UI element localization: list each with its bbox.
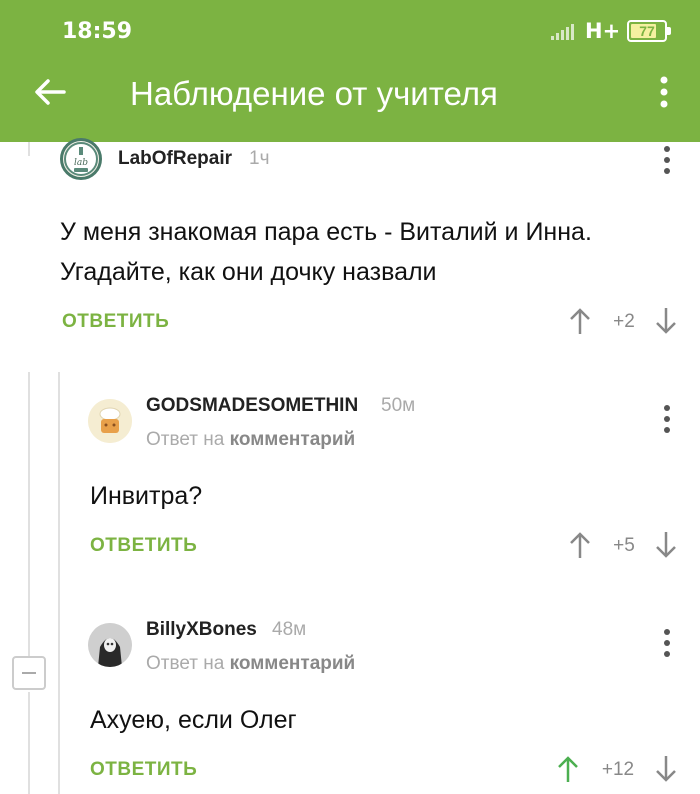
arrow-down-icon[interactable] (655, 530, 677, 560)
arrow-up-icon[interactable] (569, 530, 591, 560)
status-time: 18:59 (62, 19, 133, 44)
avatar-text: lab (74, 158, 88, 168)
arrow-down-icon[interactable] (655, 306, 677, 336)
chef-avatar-icon (88, 399, 132, 443)
arrow-left-icon[interactable] (30, 72, 70, 112)
skull-avatar-icon (88, 623, 132, 667)
app-bar: 18:59 H+ 77 Наблюдение от учителя (0, 0, 700, 142)
more-vertical-icon[interactable] (660, 629, 674, 663)
comment-text-line: Угадайте, как они дочку назвали (60, 258, 437, 286)
vote-score: +5 (613, 535, 635, 556)
reply-button[interactable]: ОТВЕТИТЬ (90, 759, 197, 781)
thread-line (28, 142, 30, 156)
battery-icon: 77 (627, 20, 671, 42)
lab-logo-icon: lab (64, 142, 98, 176)
avatar[interactable] (88, 623, 132, 667)
comment-username[interactable]: BillyXBones (146, 619, 257, 641)
comment-username[interactable]: LabOfRepair (118, 148, 232, 170)
reply-to-info: Ответ на комментарий (146, 429, 355, 451)
status-bar: 18:59 H+ 77 (0, 0, 700, 62)
network-type: H+ (585, 19, 621, 43)
reply-prefix: Ответ на (146, 653, 225, 674)
comment-text-line: Инвитра? (90, 482, 203, 510)
arrow-down-icon[interactable] (655, 754, 677, 784)
comment-time: 50м (381, 395, 416, 416)
reply-button[interactable]: ОТВЕТИТЬ (62, 311, 169, 333)
reply-to-info: Ответ на комментарий (146, 653, 355, 675)
avatar[interactable]: lab (60, 138, 102, 180)
more-vertical-icon[interactable] (660, 146, 674, 180)
signal-icon (551, 24, 574, 40)
more-vertical-icon[interactable] (651, 72, 677, 112)
reply-target-link[interactable]: комментарий (230, 429, 356, 450)
vote-score: +2 (613, 311, 635, 332)
comment-text-line: Ахуею, если Олег (90, 706, 297, 734)
more-vertical-icon[interactable] (660, 405, 674, 439)
comment-time: 1ч (249, 148, 270, 169)
arrow-up-icon[interactable] (569, 306, 591, 336)
vote-score: +12 (601, 759, 635, 780)
battery-nub (667, 27, 671, 35)
arrow-up-icon[interactable] (557, 754, 579, 784)
comment-text-line: У меня знакомая пара есть - Виталий и Ин… (60, 218, 592, 246)
thread-line (58, 372, 60, 794)
collapse-thread-button[interactable] (12, 656, 46, 690)
reply-target-link[interactable]: комментарий (230, 653, 356, 674)
reply-prefix: Ответ на (146, 429, 225, 450)
comment-username[interactable]: GODSMADESOMETHIN (146, 395, 358, 417)
thread-line (28, 372, 30, 656)
reply-button[interactable]: ОТВЕТИТЬ (90, 535, 197, 557)
comment-time: 48м (272, 619, 307, 640)
page-title: Наблюдение от учителя (130, 75, 498, 112)
minus-square-icon (22, 672, 36, 674)
thread-line (28, 692, 30, 794)
battery-level: 77 (639, 23, 655, 39)
avatar[interactable] (88, 399, 132, 443)
